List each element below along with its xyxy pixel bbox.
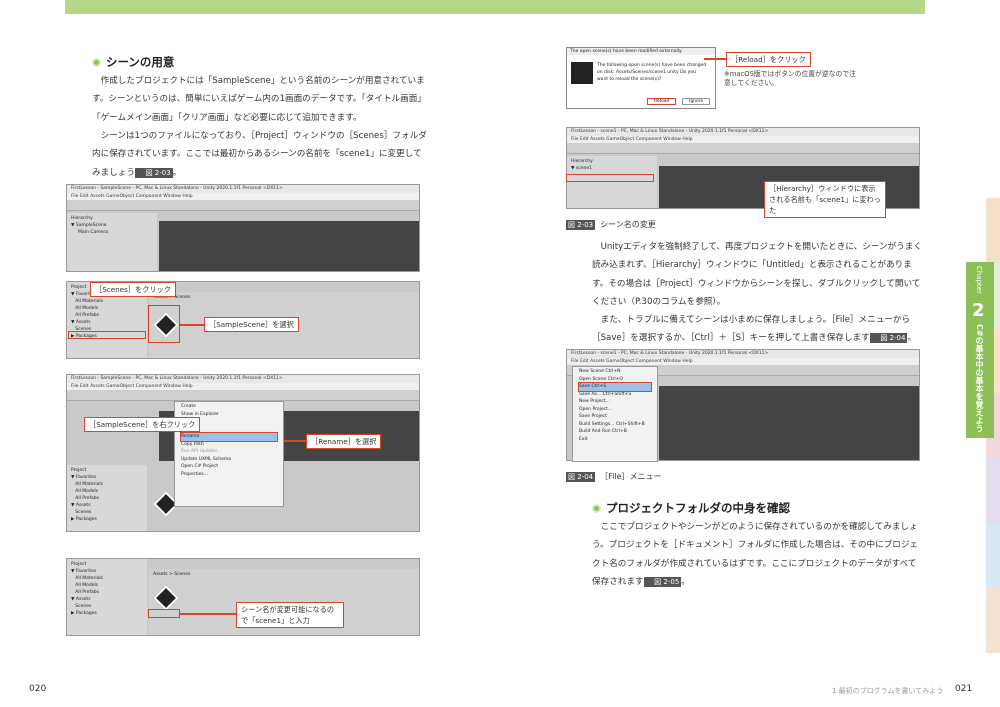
header-bar xyxy=(65,0,925,14)
caption-2-03: 図 2-03 シーン名の変更 xyxy=(566,219,656,230)
unity-logo-icon xyxy=(571,62,593,84)
section-heading: シーンの用意 xyxy=(92,54,174,70)
figure-ref: 図 2-03 xyxy=(134,167,173,178)
menu-item[interactable]: Save Project xyxy=(579,413,651,421)
scene-view xyxy=(159,221,419,271)
menu-item[interactable]: New Scene Ctrl+N xyxy=(579,368,651,376)
menu-item[interactable]: Build Settings... Ctrl+Shift+B xyxy=(579,421,651,429)
callout-enter: シーン名が変更可能になるので「scene1」と入力 xyxy=(236,602,344,628)
highlight-scene1 xyxy=(566,174,654,182)
caption-2-04: 図 2-04 ［File］メニュー xyxy=(566,471,662,482)
callout-reload: ［Reload］をクリック xyxy=(726,52,811,67)
para-save: また、トラブルに備えてシーンは小まめに保存しましょう。［File］メニューから［… xyxy=(592,315,917,344)
menu-bar: File Edit Assets GameObject Component Wi… xyxy=(567,358,919,365)
menu-item[interactable]: New Project... xyxy=(579,398,651,406)
highlight-rename-field xyxy=(148,609,180,618)
highlight-sample xyxy=(148,305,180,343)
ignore-button[interactable]: Ignore xyxy=(682,98,711,105)
menu-item[interactable]: Copy Path xyxy=(181,441,277,449)
figure-ref: 図 2-04 xyxy=(869,333,908,344)
callout-line xyxy=(180,324,204,326)
intro-paragraph: 作成したプロジェクトには「SampleScene」という名前のシーンが用意されて… xyxy=(92,76,426,123)
reload-button[interactable]: Reload xyxy=(647,98,677,105)
bullet-icon xyxy=(92,57,101,67)
hierarchy-scene-item[interactable]: scene1 xyxy=(576,166,592,171)
figure-ref: 図 2-05 xyxy=(643,576,682,587)
menu-item[interactable]: Update UXML Schema xyxy=(181,456,277,464)
thumb-tab xyxy=(986,458,1000,523)
menu-bar: File Edit Assets GameObject Component Wi… xyxy=(67,383,419,390)
dialog-text: The following open scene(s) have been ch… xyxy=(597,63,707,82)
callout-rightclick: ［SampleScene］を右クリック xyxy=(84,417,201,432)
window-title: FirstLesson - SampleScene - PC, Mac & Li… xyxy=(67,185,419,193)
file-menu: New Scene Ctrl+N Open Scene Ctrl+O Save … xyxy=(572,366,658,462)
page-number-left: 020 xyxy=(29,684,47,694)
para-folder: ここでプロジェクトやシーンがどのように保存されているのかを確認してみましょう。プ… xyxy=(592,522,919,587)
scene-view xyxy=(659,386,919,460)
screenshot-hierarchy: FirstLesson - SampleScene - PC, Mac & Li… xyxy=(66,184,420,272)
thumb-tab xyxy=(986,523,1000,588)
toolbar xyxy=(567,143,919,154)
project-panel: Project ▼ Favorites All Materials All Mo… xyxy=(67,559,147,635)
toolbar xyxy=(67,200,419,211)
menu-item[interactable]: Build And Run Ctrl+B xyxy=(579,428,651,436)
menu-item[interactable]: Open Scene Ctrl+O xyxy=(579,376,651,384)
menu-item[interactable]: Save As... Ctrl+Shift+S xyxy=(579,391,651,399)
menu-item[interactable]: Run API Updater... xyxy=(181,448,277,456)
menu-item[interactable]: Exit xyxy=(579,436,651,444)
running-footer: 1 最初のプログラムを書いてみよう xyxy=(832,687,944,695)
reload-dialog: The open scene(s) have been modified ext… xyxy=(566,47,716,109)
section-heading-2: プロジェクトフォルダの中身を確認 xyxy=(592,500,790,516)
callout-hierarchy: ［Hierarchy］ウィンドウに表示される名前も「scene1」に変わった xyxy=(764,181,886,218)
menu-item[interactable]: Create xyxy=(181,403,277,411)
thumb-tab xyxy=(986,198,1000,263)
window-title: FirstLesson - SampleScene - PC, Mac & Li… xyxy=(67,375,419,383)
callout-line xyxy=(704,58,726,60)
menu-item-save[interactable]: Save Ctrl+S xyxy=(578,382,652,392)
window-title: FirstLesson - scene1 - PC, Mac & Linux S… xyxy=(567,128,919,136)
menu-item-rename[interactable]: Rename xyxy=(180,432,278,442)
callout-sample: ［SampleScene］を選択 xyxy=(204,317,299,332)
page-number-right: 021 xyxy=(955,684,973,694)
callout-scenes: ［Scenes］をクリック xyxy=(90,282,176,297)
menu-item[interactable]: Properties... xyxy=(181,471,277,479)
hierarchy-panel: Hierarchy ▼ scene1 xyxy=(567,156,657,208)
menu-bar: File Edit Assets GameObject Component Wi… xyxy=(567,136,919,143)
para-untitled: Unityエディタを強制終了して、再度プロジェクトを開いたときに、シーンがうまく… xyxy=(592,242,922,307)
menu-item[interactable]: Open C# Project xyxy=(181,463,277,471)
mac-note: ※macOS版ではボタンの位置が逆なので注意してください。 xyxy=(724,70,856,87)
callout-line xyxy=(180,613,236,615)
menu-bar: File Edit Assets GameObject Component Wi… xyxy=(67,193,419,200)
instruction-paragraph: シーンは1つのファイルになっており、［Project］ウィンドウの［Scenes… xyxy=(92,131,427,178)
dialog-title: The open scene(s) have been modified ext… xyxy=(567,48,715,55)
highlight-scenes xyxy=(68,331,146,339)
project-panel: Project ▼ Favorites All Materials All Mo… xyxy=(67,465,147,531)
window-title: FirstLesson - scene1 - PC, Mac & Linux S… xyxy=(567,350,919,358)
chapter-tab: Chapter 2 C#の基本中の基本を覚えよう xyxy=(966,262,994,438)
callout-rename: ［Rename］を選択 xyxy=(306,434,382,449)
bullet-icon xyxy=(592,503,601,513)
callout-line xyxy=(284,440,306,442)
hierarchy-panel: Hierarchy ▼ SampleScene Main Camera xyxy=(67,213,157,271)
thumb-tab xyxy=(986,588,1000,653)
menu-item[interactable]: Open Project... xyxy=(579,406,651,414)
toolbar xyxy=(67,390,419,401)
